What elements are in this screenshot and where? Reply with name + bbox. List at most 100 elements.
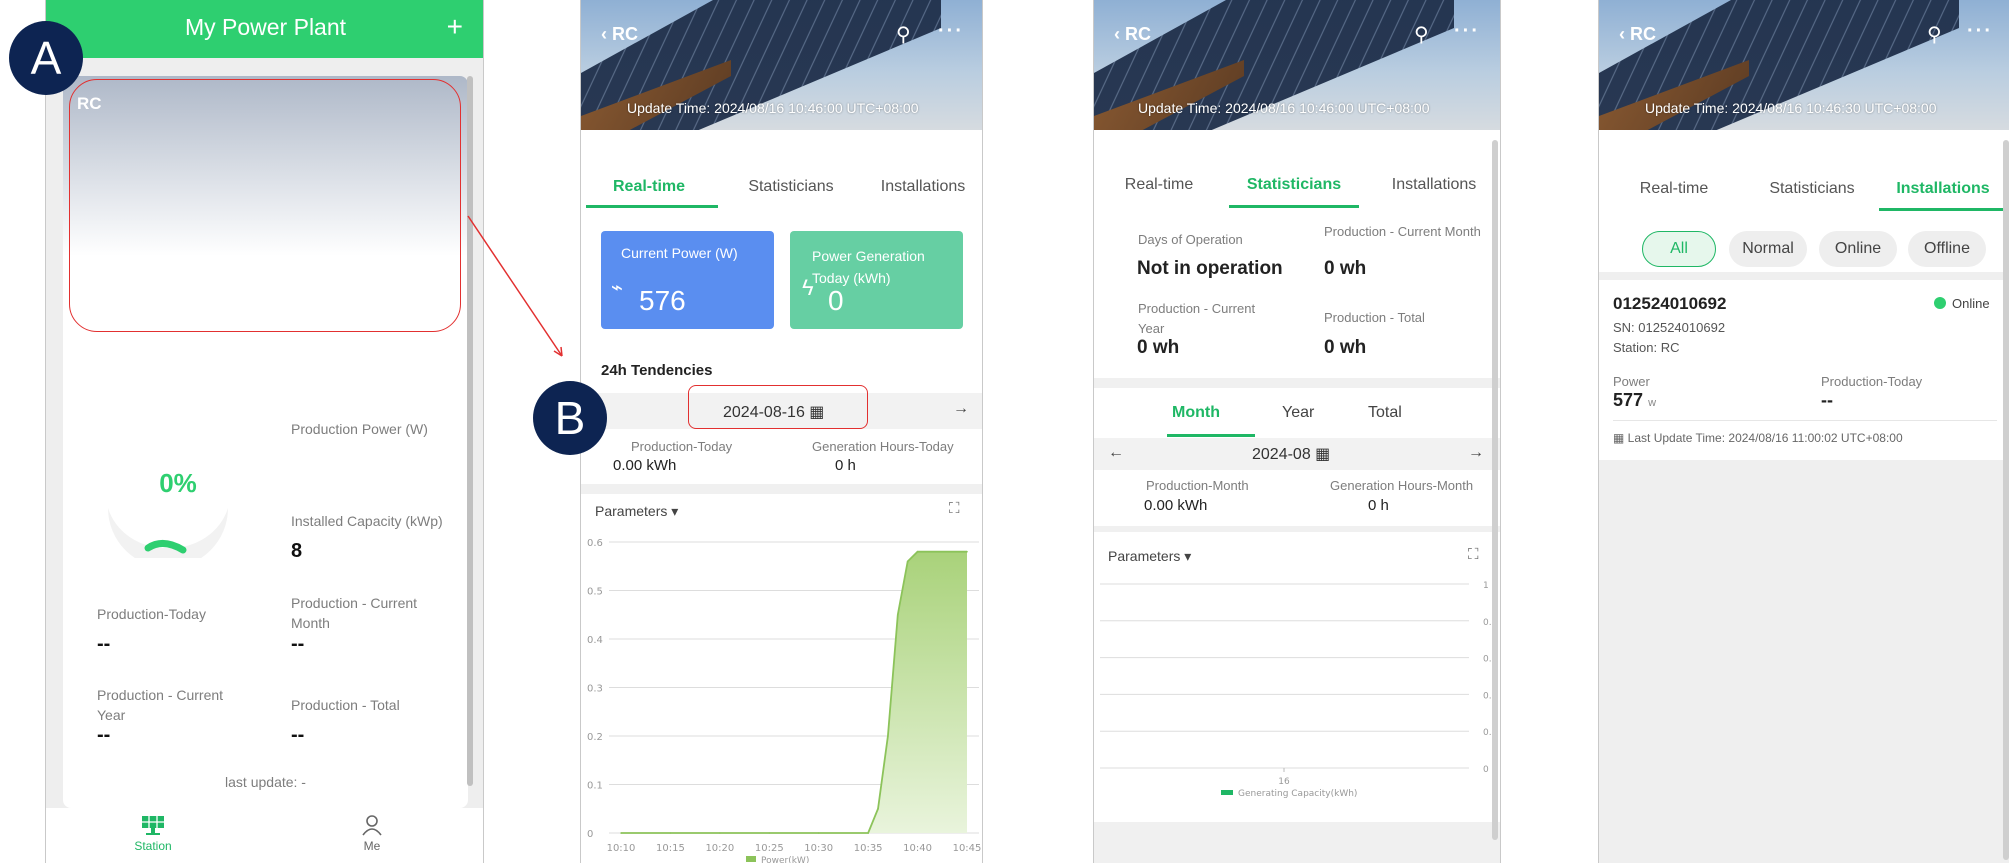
data-point (897, 613, 899, 616)
fullscreen-icon[interactable]: ⛶ (949, 500, 960, 517)
tab-station[interactable]: Station (93, 814, 213, 853)
tab-underline (1879, 208, 2007, 211)
tab-realtime[interactable]: Real-time (599, 178, 699, 196)
generation-hours-value: 0 h (835, 457, 856, 474)
update-time: Update Time: 2024/08/16 10:46:30 UTC+08:… (1645, 100, 1937, 116)
days-operation-label: Days of Operation (1138, 232, 1243, 247)
production-year-value: -- (97, 724, 111, 746)
legend-swatch (746, 856, 756, 862)
summary-panel: Real-time Statisticians Installations Da… (1094, 130, 1500, 378)
data-point (966, 550, 968, 553)
scrollbar[interactable] (1492, 140, 1498, 840)
subtab-month[interactable]: Month (1172, 404, 1220, 422)
person-icon (362, 815, 382, 836)
power-area-chart: 0 0.1 0.2 0.3 0.4 0.5 0.6 10:10 10:15 10:20 10:25 1… (587, 538, 981, 863)
tab-installations[interactable]: Installations (1879, 180, 2007, 198)
filter-all[interactable]: All (1642, 231, 1716, 267)
filter-offline[interactable]: Offline (1908, 231, 1986, 267)
production-month-value: -- (291, 633, 305, 655)
scrollbar[interactable] (467, 76, 473, 786)
tab-statisticians[interactable]: Statisticians (731, 178, 851, 196)
y-tick-label: 0.5 (587, 587, 603, 598)
production-month-label-2: Production-Month (1146, 478, 1249, 493)
tab-installations[interactable]: Installations (1374, 176, 1494, 194)
highlight-date-picker (688, 385, 868, 429)
back-label: RC (1125, 24, 1151, 44)
more-icon[interactable]: ··· (938, 20, 964, 43)
tab-installations[interactable]: Installations (863, 178, 982, 196)
filter-online[interactable]: Online (1819, 231, 1897, 267)
data-point (906, 560, 909, 563)
parameters-dropdown[interactable]: Parameters ▾ (1108, 548, 1191, 565)
tab-station-label: Station (134, 839, 172, 853)
chevron-left-icon: ‹ (1114, 24, 1125, 44)
calendar-icon: ▦ (1315, 446, 1331, 463)
parameters-label: Parameters (1108, 548, 1181, 564)
data-point (817, 832, 820, 834)
legend-label: Power(kW) (761, 856, 809, 863)
data-point (669, 832, 672, 834)
header-photo: ‹ RC ⚲ ··· Update Time: 2024/08/16 10:46… (1599, 0, 2009, 130)
subtab-total[interactable]: Total (1368, 404, 1402, 422)
search-icon[interactable]: ⚲ (1414, 22, 1429, 47)
chart-panel: Parameters ▾ ⛶ 0 0.2 0.4 0.6 0.8 1 16 Generatin… (1094, 532, 1500, 822)
more-icon[interactable]: ··· (1967, 20, 1993, 43)
next-date-arrow[interactable]: → (953, 400, 969, 418)
header-photo: ‹ RC ⚲ ··· Update Time: 2024/08/16 10:46… (1094, 0, 1500, 130)
x-tick-label: 16 (1278, 777, 1290, 787)
x-tick-label: 10:15 (656, 843, 685, 854)
parameters-label: Parameters (595, 503, 668, 519)
legend-label: Generating Capacity(kWh) (1238, 789, 1357, 799)
power-unit: w (1648, 397, 1657, 409)
filter-normal[interactable]: Normal (1729, 231, 1807, 267)
x-tick-label: 10:30 (804, 843, 833, 854)
date-picker[interactable]: 2024-08 ▦ (1252, 444, 1330, 464)
more-icon[interactable]: ··· (1454, 20, 1480, 43)
current-power-card: Current Power (W) ⌁ 576 (601, 231, 774, 329)
chevron-left-icon: ‹ (601, 24, 612, 44)
x-tick-label: 10:20 (705, 843, 734, 854)
tab-realtime[interactable]: Real-time (1104, 176, 1214, 194)
production-year-value: 0 wh (1137, 337, 1180, 358)
calendar-icon: ▦ (1613, 431, 1628, 445)
tab-statisticians[interactable]: Statisticians (1229, 176, 1359, 194)
production-month-value: 0 wh (1324, 258, 1367, 279)
back-button[interactable]: ‹ RC (1114, 24, 1151, 45)
production-today-value: -- (1821, 390, 1833, 410)
tab-me[interactable]: Me (312, 814, 432, 853)
tab-bar: Real-time Statisticians Installations (581, 130, 982, 210)
callout-badge-a: A (9, 21, 83, 95)
subtab-year[interactable]: Year (1282, 404, 1314, 422)
production-year-label: Production - Current Year (1138, 301, 1256, 336)
x-tick-label: 10:25 (755, 843, 784, 854)
production-month-label: Production - Current Month (1324, 224, 1481, 239)
fullscreen-icon[interactable]: ⛶ (1468, 546, 1479, 563)
add-plant-button[interactable]: + (447, 11, 463, 43)
production-total-value: 0 wh (1324, 337, 1367, 358)
production-month-value-2: 0.00 kWh (1144, 497, 1208, 514)
next-date-arrow[interactable]: → (1468, 444, 1484, 462)
search-icon[interactable]: ⚲ (896, 22, 911, 47)
tab-realtime[interactable]: Real-time (1619, 180, 1729, 198)
power-value-wrap: 577 w (1613, 390, 1656, 411)
generation-hours-value: 0 h (1368, 497, 1389, 514)
parameters-dropdown[interactable]: Parameters ▾ (595, 503, 678, 520)
prev-date-arrow[interactable]: ← (1108, 444, 1124, 462)
device-id: 012524010692 (1613, 294, 1727, 313)
arrow-to-b (467, 215, 563, 357)
production-year-label: Production - Current Year (97, 687, 224, 723)
data-point (916, 550, 919, 553)
data-point (887, 735, 889, 737)
search-icon[interactable]: ⚲ (1927, 22, 1942, 47)
y-tick-label: 0.2 (587, 732, 603, 743)
device-card[interactable]: 012524010692 Online SN: 012524010692 Sta… (1599, 280, 2009, 460)
back-button[interactable]: ‹ RC (1619, 24, 1656, 45)
x-tick-label: 10:10 (607, 843, 636, 854)
tab-statisticians[interactable]: Statisticians (1747, 180, 1877, 198)
generation-today-card: Power Generation Today (kWh) ϟ 0 (790, 231, 963, 329)
generation-today-label: Power Generation Today (kWh) (812, 248, 925, 286)
scrollbar[interactable] (2003, 140, 2009, 860)
back-button[interactable]: ‹ RC (601, 24, 638, 45)
tab-me-label: Me (363, 839, 381, 853)
data-point (867, 832, 869, 834)
